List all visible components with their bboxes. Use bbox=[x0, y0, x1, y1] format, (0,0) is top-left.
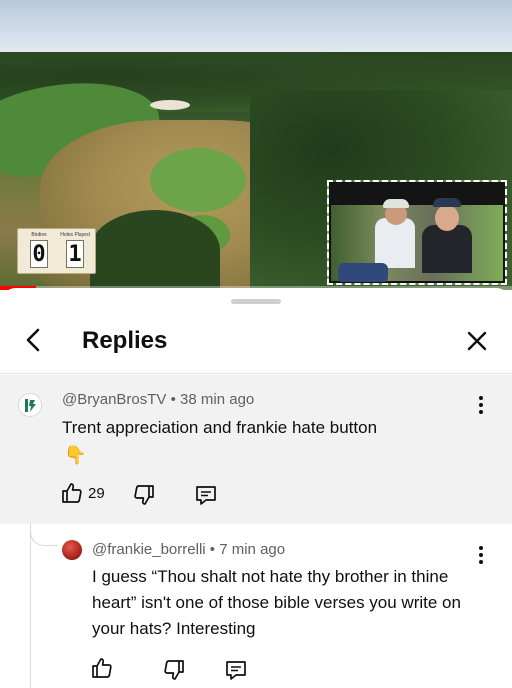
person-left-cap bbox=[383, 199, 409, 208]
video-sky bbox=[0, 0, 512, 58]
scoreboard-overlay: Birdies Holes Played 0 1 bbox=[17, 228, 96, 274]
holes-played-count: 1 bbox=[66, 240, 84, 268]
thumbs-down-icon[interactable] bbox=[162, 658, 186, 682]
more-options-icon[interactable] bbox=[477, 395, 485, 415]
thumbs-down-icon[interactable] bbox=[132, 483, 156, 507]
person-left-shorts bbox=[338, 263, 388, 282]
picture-in-picture-inset bbox=[327, 180, 507, 285]
birdies-count: 0 bbox=[30, 240, 48, 268]
video-bunker bbox=[150, 100, 190, 110]
like-count: 29 bbox=[88, 485, 105, 502]
reply-icon[interactable] bbox=[224, 658, 248, 682]
thumbs-up-icon[interactable] bbox=[60, 481, 84, 505]
reply-icon[interactable] bbox=[194, 483, 218, 507]
reply-comment: @frankie_borrelli • 7 min ago I guess “T… bbox=[0, 524, 512, 688]
channel-avatar[interactable] bbox=[18, 393, 42, 417]
video-green bbox=[150, 148, 246, 212]
drag-handle[interactable] bbox=[231, 299, 281, 304]
meta-separator: • bbox=[170, 391, 176, 408]
comment-text: Trent appreciation and frankie hate butt… bbox=[62, 418, 378, 437]
reply-author[interactable]: @frankie_borrelli bbox=[92, 541, 206, 558]
panel-title: Replies bbox=[82, 327, 168, 354]
meta-separator: • bbox=[209, 541, 216, 558]
comment-time: 38 min ago bbox=[180, 391, 255, 408]
person-right-head bbox=[435, 205, 459, 231]
video-player[interactable]: Birdies Holes Played 0 1 bbox=[0, 0, 512, 290]
parent-comment: @BryanBrosTV • 38 min ago Trent apprecia… bbox=[0, 375, 512, 524]
replies-panel: Replies @BryanBrosTV • 38 min ago Trent … bbox=[0, 288, 512, 688]
person-right-cap bbox=[433, 198, 461, 207]
close-icon[interactable] bbox=[462, 326, 492, 356]
reply-meta: @frankie_borrelli • 7 min ago bbox=[92, 541, 285, 558]
thumbs-up-icon[interactable] bbox=[90, 656, 114, 680]
person-left bbox=[375, 218, 415, 268]
comment-emoji: 👇 bbox=[64, 445, 87, 465]
comment-meta: @BryanBrosTV • 38 min ago bbox=[62, 391, 254, 408]
reply-text: I guess “Thou shalt not hate thy brother… bbox=[92, 567, 461, 638]
video-trees-left bbox=[90, 210, 220, 290]
comment-author[interactable]: @BryanBrosTV bbox=[62, 391, 166, 408]
holes-played-label: Holes Played bbox=[60, 232, 90, 238]
chevron-left-icon[interactable] bbox=[18, 324, 50, 356]
reply-author-avatar[interactable] bbox=[62, 540, 82, 560]
panel-header: Replies bbox=[0, 310, 512, 374]
golf-cart-roof bbox=[330, 183, 504, 205]
reply-time: 7 min ago bbox=[219, 541, 286, 558]
person-right bbox=[422, 225, 472, 273]
more-options-icon[interactable] bbox=[477, 545, 485, 565]
birdies-label: Birdies bbox=[31, 232, 47, 238]
